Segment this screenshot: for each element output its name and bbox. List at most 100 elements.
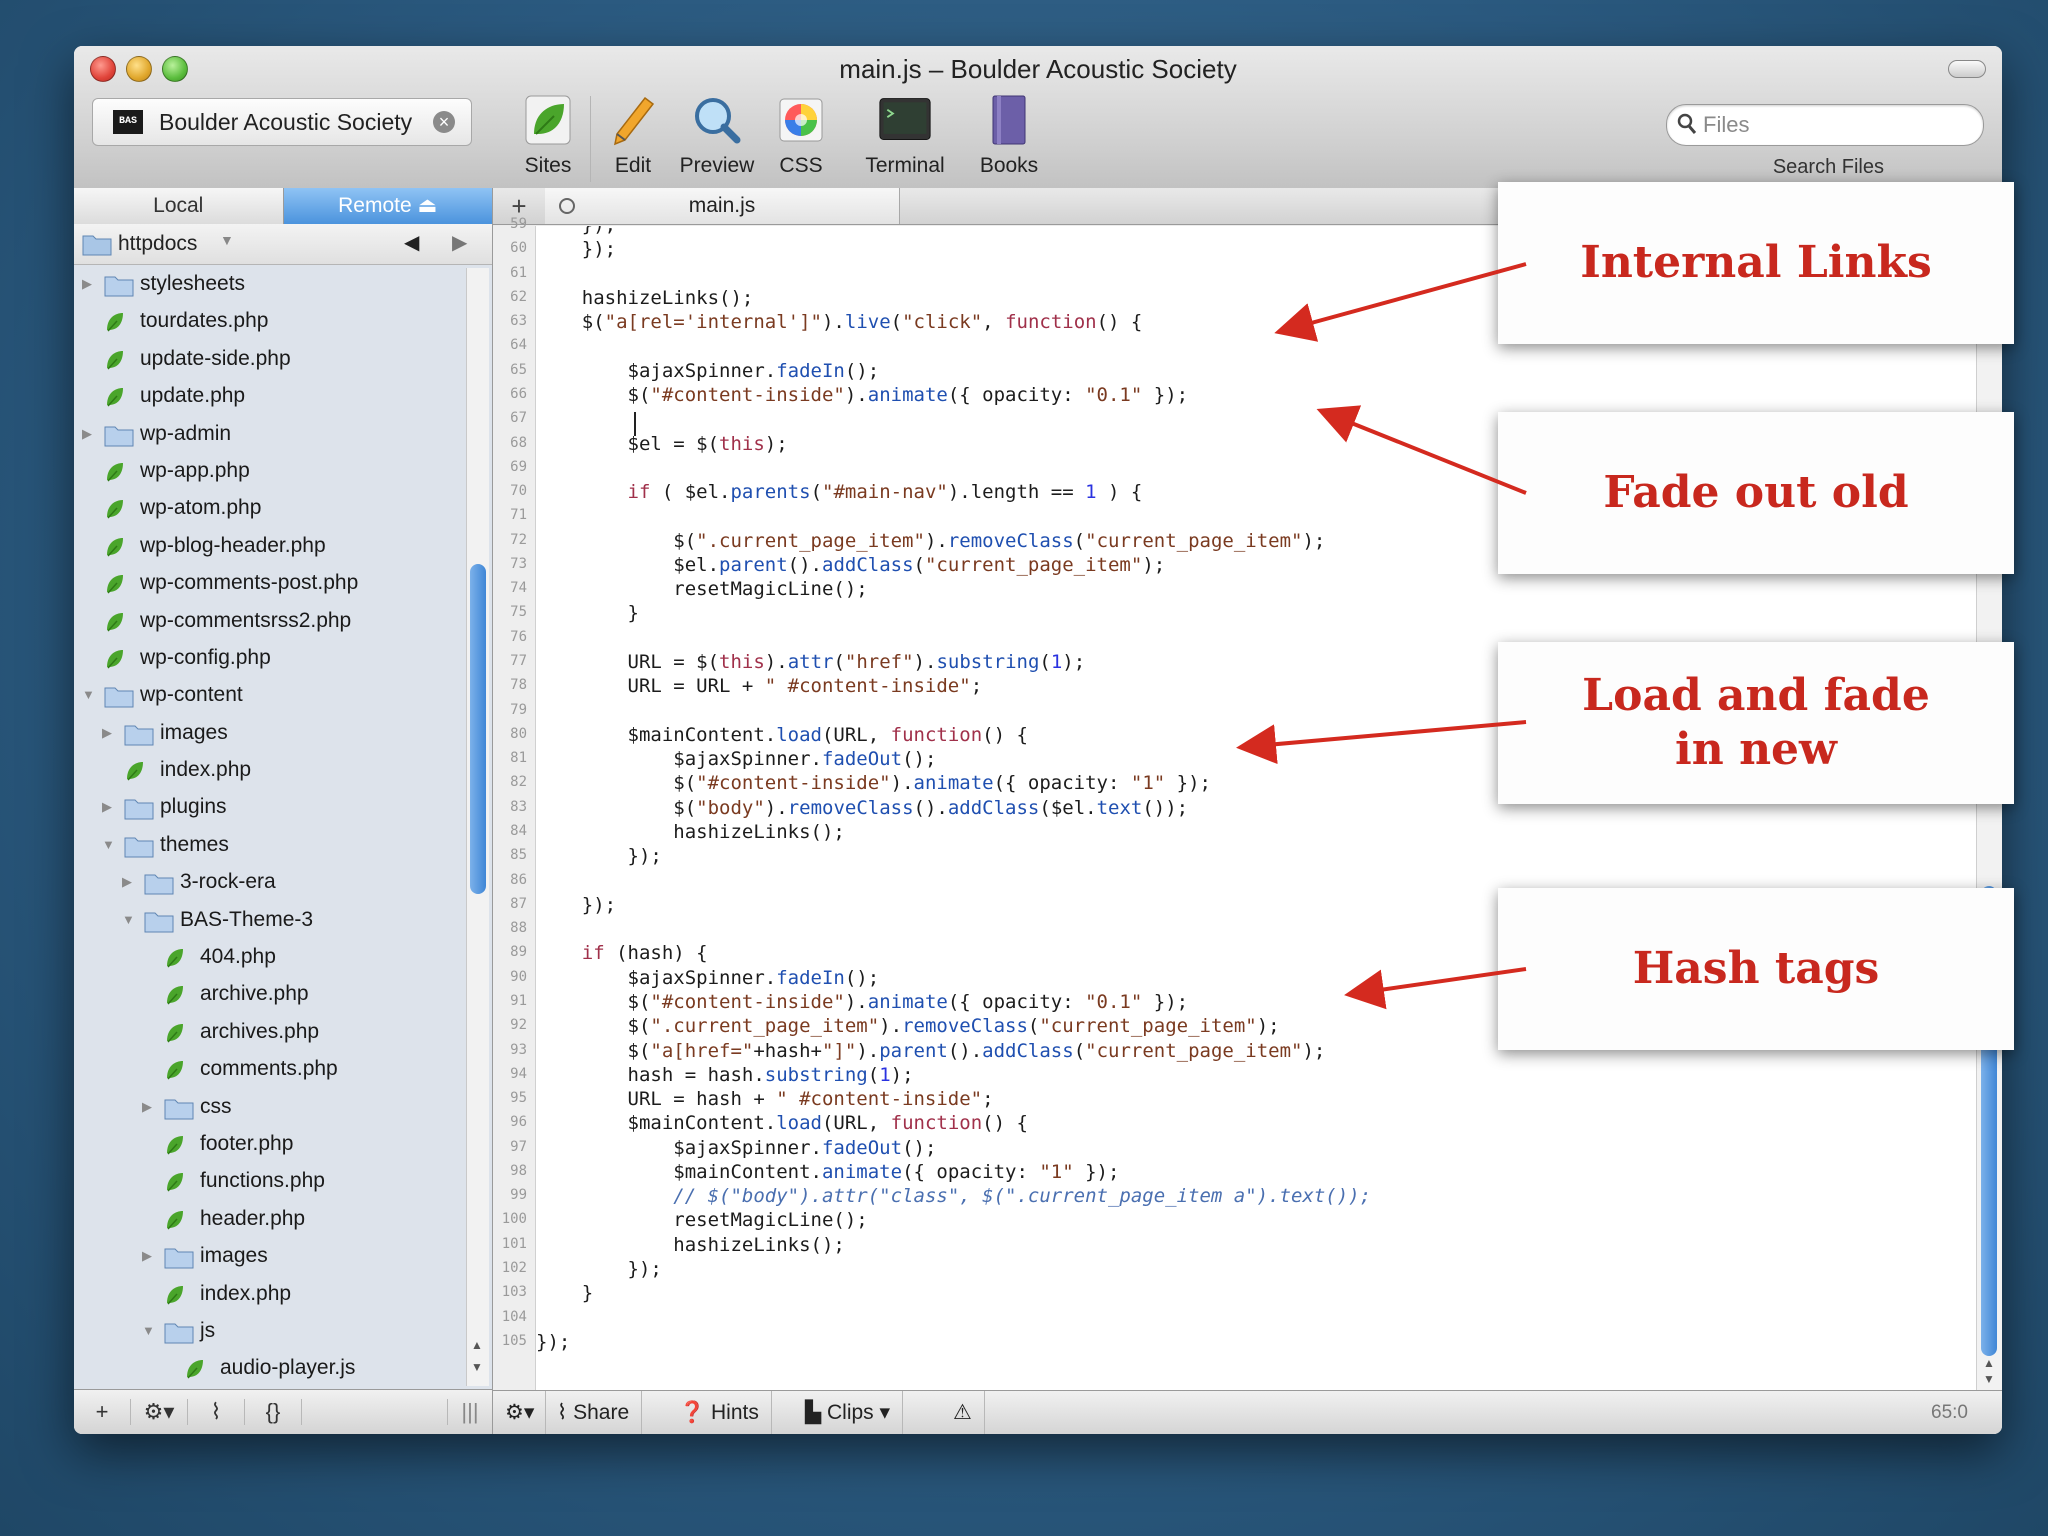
gear-menu-button[interactable]: ⚙▾ (493, 1391, 546, 1434)
sidebar-scroll-thumb[interactable] (470, 564, 486, 894)
tree-folder[interactable]: ▶ images (74, 715, 464, 752)
tree-folder[interactable]: ▼ wp-content (74, 677, 464, 714)
tree-file[interactable]: footer.php (74, 1126, 464, 1163)
tree-file[interactable]: wp-atom.php (74, 490, 464, 527)
scroll-down-arrow-icon[interactable]: ▼ (1983, 1372, 1995, 1386)
line-number: 101 (501, 1235, 527, 1252)
tree-file[interactable]: archives.php (74, 1014, 464, 1051)
tree-file[interactable]: archive.php (74, 976, 464, 1013)
sidebar-bottom-bar: + ⚙▾ ⌇ {} ||| (74, 1389, 492, 1434)
preview-button[interactable]: Preview (675, 92, 759, 182)
tree-item-label: audio-player.js (220, 1356, 356, 1380)
search-files-field[interactable] (1666, 104, 1984, 146)
tree-item-label: functions.php (200, 1169, 325, 1193)
warnings-button[interactable]: ⚠ (941, 1391, 985, 1434)
file-tree: ▶ stylesheets tourdates.php update-side.php… (74, 266, 464, 1386)
clips-button[interactable]: ▙ Clips ▾ (793, 1391, 904, 1434)
chevron-down-icon[interactable]: ▼ (220, 232, 234, 248)
terminal-icon (878, 92, 932, 148)
tree-file[interactable]: index.php (74, 752, 464, 789)
tab-local[interactable]: Local (74, 188, 284, 224)
tree-folder[interactable]: ▼ js (74, 1313, 464, 1350)
disclosure-closed-icon[interactable]: ▶ (142, 1099, 152, 1115)
terminal-button[interactable]: Terminal (843, 92, 967, 182)
disclosure-closed-icon[interactable]: ▶ (102, 725, 112, 741)
tree-folder[interactable]: ▶ wp-admin (74, 416, 464, 453)
tree-item-label: archives.php (200, 1019, 320, 1043)
editor-status-bar: ⚙▾ ⌇ Share ❓ Hints ▙ Clips ▾ ⚠ 65:0 (493, 1390, 2002, 1434)
scroll-up-arrow-icon[interactable]: ▲ (471, 1338, 483, 1352)
line-number: 90 (510, 968, 527, 985)
line-number: 62 (510, 288, 527, 305)
path-dropdown[interactable]: httpdocs (118, 232, 197, 256)
close-site-icon[interactable]: × (433, 111, 455, 133)
tree-folder[interactable]: ▶ stylesheets (74, 266, 464, 303)
tree-folder[interactable]: ▼ BAS-Theme-3 (74, 902, 464, 939)
line-number: 64 (510, 337, 527, 354)
tree-item-label: images (200, 1244, 268, 1268)
disclosure-closed-icon[interactable]: ▶ (82, 276, 92, 292)
edit-button[interactable]: Edit (591, 92, 675, 182)
add-icon[interactable]: + (74, 1399, 131, 1425)
tree-file[interactable]: wp-app.php (74, 453, 464, 490)
toolbar-toggle-button[interactable] (1948, 60, 1986, 78)
line-number: 102 (501, 1260, 527, 1277)
tree-file[interactable]: wp-config.php (74, 640, 464, 677)
search-input[interactable] (1701, 111, 1965, 139)
back-arrow-icon[interactable]: ◀ (404, 230, 419, 255)
disclosure-closed-icon[interactable]: ▶ (142, 1248, 152, 1264)
disclosure-open-icon[interactable]: ▼ (142, 1323, 155, 1338)
hints-button[interactable]: ❓ Hints (667, 1391, 772, 1434)
code-line: $(".current_page_item").removeClass("cur… (536, 1015, 1280, 1038)
tree-item-label: wp-config.php (140, 645, 271, 669)
scroll-down-arrow-icon[interactable]: ▼ (471, 1360, 483, 1374)
books-button[interactable]: Books (967, 92, 1051, 182)
tree-folder[interactable]: ▶ plugins (74, 789, 464, 826)
tree-file[interactable]: wp-comments-post.php (74, 565, 464, 602)
tree-folder[interactable]: ▶ images (74, 1238, 464, 1275)
share-button[interactable]: ⌇ Share (545, 1391, 643, 1434)
publish-icon[interactable]: ⌇ (188, 1399, 245, 1425)
tree-file[interactable]: header.php (74, 1201, 464, 1238)
resize-grip-icon[interactable]: ||| (447, 1399, 492, 1425)
tree-file[interactable]: update-side.php (74, 341, 464, 378)
disclosure-closed-icon[interactable]: ▶ (102, 799, 112, 815)
disclosure-closed-icon[interactable]: ▶ (82, 426, 92, 442)
tab-remote[interactable]: Remote ⏏ (283, 188, 492, 224)
tree-file[interactable]: comments.php (74, 1051, 464, 1088)
tree-file[interactable]: wp-blog-header.php (74, 528, 464, 565)
disclosure-open-icon[interactable]: ▼ (122, 912, 135, 927)
braces-icon[interactable]: {} (245, 1399, 302, 1425)
tree-folder[interactable]: ▶ css (74, 1089, 464, 1126)
css-button[interactable]: CSS (759, 92, 843, 182)
code-editor[interactable]: }); }); hashizeLinks(); $("a[rel='intern… (536, 226, 1976, 1390)
line-number: 99 (510, 1187, 527, 1204)
tree-file[interactable]: functions.php (74, 1163, 464, 1200)
scroll-up-arrow-icon[interactable]: ▲ (1983, 1356, 1995, 1370)
tree-file[interactable]: 404.php (74, 939, 464, 976)
line-number: 74 (510, 580, 527, 597)
tree-file[interactable]: wp-commentsrss2.php (74, 603, 464, 640)
code-line: URL = URL + " #content-inside"; (536, 675, 983, 698)
tree-folder[interactable]: ▼ themes (74, 827, 464, 864)
disclosure-closed-icon[interactable]: ▶ (122, 874, 132, 890)
code-line: $ajaxSpinner.fadeIn(); (536, 359, 880, 382)
disclosure-open-icon[interactable]: ▼ (102, 837, 115, 852)
file-leaf-icon (184, 1357, 206, 1386)
disclosure-open-icon[interactable]: ▼ (82, 687, 95, 702)
gear-icon[interactable]: ⚙▾ (131, 1399, 188, 1425)
tree-folder[interactable]: ▶ 3-rock-era (74, 864, 464, 901)
tree-file[interactable]: update.php (74, 378, 464, 415)
tree-file[interactable]: tourdates.php (74, 303, 464, 340)
code-line: $ajaxSpinner.fadeOut(); (536, 1136, 937, 1159)
question-icon: ❓ (679, 1401, 711, 1424)
site-selector[interactable]: BAS Boulder Acoustic Society × (92, 98, 472, 146)
editor-scrollbar[interactable]: ▲ ▼ (1976, 226, 2002, 1390)
tab-main-js[interactable]: main.js (545, 188, 900, 224)
forward-arrow-icon[interactable]: ▶ (452, 230, 467, 255)
sites-button[interactable]: Sites (506, 92, 590, 182)
sidebar-scrollbar[interactable]: ▲ ▼ (466, 268, 489, 1386)
tree-file[interactable]: index.php (74, 1276, 464, 1313)
tree-item-label: comments.php (200, 1057, 338, 1081)
tree-file[interactable]: audio-player.js (74, 1350, 464, 1386)
